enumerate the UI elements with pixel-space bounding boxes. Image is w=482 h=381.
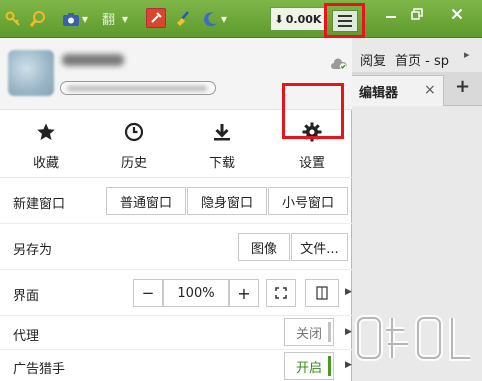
bookmark-item-partial[interactable]: 阅复 bbox=[360, 50, 386, 69]
cloud-sync-icon[interactable] bbox=[330, 58, 348, 70]
new-tab-button[interactable]: + bbox=[455, 76, 470, 97]
tab-title: 编辑器 bbox=[359, 85, 399, 101]
browser-toolbar: ▼ 翻 ▼ ▼ ⬇ 0.00K bbox=[0, 0, 482, 38]
list-menu-icon bbox=[331, 9, 358, 32]
reader-mode-icon[interactable] bbox=[305, 279, 339, 307]
save-as-image-button[interactable]: 图像 bbox=[238, 233, 290, 261]
adblock-row: 广告猎手 开启 ▶ bbox=[0, 350, 352, 381]
proxy-label: 代理 bbox=[13, 329, 40, 344]
history-button[interactable]: 历史 bbox=[102, 110, 166, 178]
adblock-label: 广告猎手 bbox=[13, 362, 66, 377]
proxy-row: 代理 关闭 ▶ bbox=[0, 316, 352, 350]
history-label: 历史 bbox=[120, 156, 147, 171]
normal-window-button[interactable]: 普通窗口 bbox=[106, 187, 186, 215]
download-icon bbox=[210, 120, 234, 144]
search-icon[interactable] bbox=[28, 8, 48, 30]
close-icon[interactable] bbox=[446, 4, 468, 24]
download-speed-text: 0.00K bbox=[285, 12, 322, 26]
minimize-icon[interactable] bbox=[380, 4, 402, 24]
proxy-state-bar bbox=[328, 322, 331, 342]
interface-row: 界面 − 100% + ▶ bbox=[0, 270, 352, 316]
broom-icon[interactable] bbox=[172, 8, 194, 30]
new-window-row: 新建窗口 普通窗口 隐身窗口 小号窗口 bbox=[0, 178, 352, 224]
star-icon bbox=[34, 120, 58, 144]
clock-icon bbox=[122, 120, 146, 144]
adblock-toggle[interactable]: 开启 bbox=[284, 352, 334, 380]
profile-name-blurred bbox=[62, 54, 124, 66]
new-window-label: 新建窗口 bbox=[13, 197, 66, 212]
download-speed-indicator[interactable]: ⬇ 0.00K bbox=[270, 7, 326, 31]
proxy-toggle[interactable]: 关闭 bbox=[284, 318, 334, 346]
svg-text:翻: 翻 bbox=[102, 13, 115, 27]
zoom-out-button[interactable]: − bbox=[133, 279, 163, 307]
favorites-label: 收藏 bbox=[32, 156, 59, 171]
bookmark-overflow-icon[interactable]: ▸ bbox=[464, 48, 470, 61]
camera-icon[interactable]: ▼ bbox=[60, 8, 90, 30]
adblock-more-icon[interactable]: ▶ bbox=[345, 360, 352, 370]
main-menu-button[interactable] bbox=[324, 3, 365, 38]
tab-close-icon[interactable]: × bbox=[424, 82, 436, 98]
incognito-window-button[interactable]: 隐身窗口 bbox=[187, 187, 267, 215]
fullscreen-icon[interactable] bbox=[266, 279, 296, 307]
interface-label: 界面 bbox=[13, 289, 40, 304]
downloads-label: 下载 bbox=[208, 156, 235, 171]
translate-icon[interactable]: 翻 ▼ bbox=[100, 8, 130, 30]
adblock-state-bar bbox=[328, 356, 331, 376]
interface-more-icon[interactable]: ▶ bbox=[345, 287, 352, 297]
favorites-button[interactable]: 收藏 bbox=[14, 110, 78, 178]
avatar[interactable] bbox=[8, 50, 54, 96]
save-as-label: 另存为 bbox=[13, 243, 53, 258]
zoom-in-button[interactable]: + bbox=[229, 279, 259, 307]
tools-icon[interactable] bbox=[146, 8, 166, 28]
moon-icon[interactable]: ▼ bbox=[200, 8, 230, 30]
download-arrow-icon: ⬇ bbox=[274, 12, 284, 26]
zoom-level: 100% bbox=[163, 279, 229, 307]
key-icon[interactable] bbox=[4, 8, 22, 30]
settings-highlight bbox=[282, 83, 344, 139]
settings-label: 设置 bbox=[298, 156, 325, 171]
bookmark-item-home[interactable]: 首页 - sp bbox=[395, 50, 449, 69]
restore-icon[interactable] bbox=[406, 4, 428, 24]
profile-email-blurred bbox=[60, 81, 216, 95]
save-as-row: 另存为 图像 文件... bbox=[0, 224, 352, 270]
save-as-file-button[interactable]: 文件... bbox=[291, 233, 348, 261]
watermark-logo bbox=[355, 315, 470, 361]
secondary-account-window-button[interactable]: 小号窗口 bbox=[268, 187, 348, 215]
downloads-button[interactable]: 下载 bbox=[190, 110, 254, 178]
proxy-more-icon[interactable]: ▶ bbox=[345, 327, 352, 337]
